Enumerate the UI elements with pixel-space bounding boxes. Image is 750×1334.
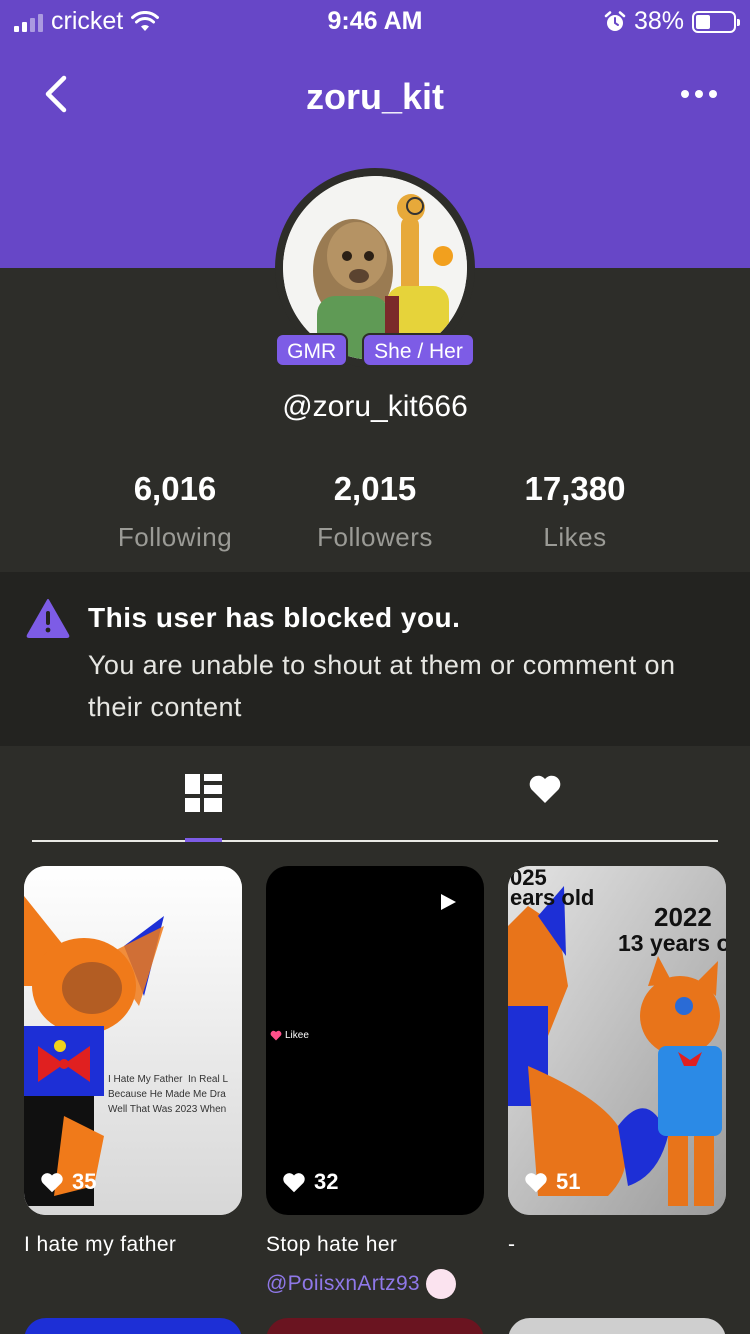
user-handle: @zoru_kit666 bbox=[282, 390, 468, 423]
status-bar: cricket 9:46 AM 38% bbox=[0, 0, 750, 42]
post-title[interactable]: I hate my father bbox=[24, 1233, 242, 1257]
post-thumbnail[interactable]: Likee 32 bbox=[266, 866, 484, 1215]
post-card[interactable]: Likee 32 Stop hate her @PoiisxnArtz93 bbox=[266, 866, 484, 1299]
blocked-banner: This user has blocked you. You are unabl… bbox=[0, 572, 750, 746]
author-handle: @PoiisxnArtz93 bbox=[266, 1272, 420, 1295]
stat-label: Followers bbox=[317, 522, 433, 552]
likee-watermark: Likee bbox=[270, 1030, 309, 1041]
post-image bbox=[24, 866, 242, 1215]
post-card[interactable]: I Hate My Father In Real L Because He Ma… bbox=[24, 866, 242, 1257]
tab-posts[interactable] bbox=[185, 774, 225, 814]
heart-icon bbox=[525, 1172, 547, 1192]
heart-icon bbox=[283, 1172, 305, 1192]
overlay-age: 13 years o bbox=[618, 930, 726, 956]
badge-row: GMR She / Her bbox=[0, 333, 750, 367]
post-title[interactable]: - bbox=[508, 1233, 726, 1257]
like-count: 35 bbox=[40, 1169, 96, 1195]
author-avatar bbox=[425, 1269, 456, 1299]
page-title: zoru_kit bbox=[305, 76, 445, 117]
post-card[interactable]: 025 ears old 2022 13 years o 51 - bbox=[508, 866, 726, 1257]
grid-icon bbox=[185, 774, 222, 812]
badge-pronouns: She / Her bbox=[362, 333, 475, 367]
stat-label: Following bbox=[117, 522, 233, 552]
stat-value: 6,016 bbox=[133, 470, 217, 507]
like-count-value: 51 bbox=[556, 1169, 581, 1194]
post-title[interactable]: Stop hate her bbox=[266, 1233, 484, 1257]
like-count: 51 bbox=[524, 1169, 580, 1195]
heart-icon bbox=[529, 775, 561, 803]
overlay-year: 2022 bbox=[654, 902, 712, 932]
warning-icon bbox=[26, 599, 70, 638]
post-thumbnail[interactable]: I Hate My Father In Real L Because He Ma… bbox=[24, 866, 242, 1215]
stat-followers[interactable]: 2,015 Followers bbox=[275, 470, 475, 553]
post-author[interactable]: @PoiisxnArtz93 bbox=[266, 1269, 484, 1299]
post-thumbnail[interactable]: 025 ears old 2022 13 years o 51 bbox=[508, 866, 726, 1215]
like-count: 32 bbox=[282, 1169, 338, 1195]
blocked-message: You are unable to shout at them or comme… bbox=[88, 650, 676, 722]
stats-row: 6,016 Following 2,015 Followers 17,380 L… bbox=[0, 470, 750, 570]
heart-icon bbox=[270, 1030, 282, 1041]
badge-gmr: GMR bbox=[275, 333, 349, 367]
content-tabs bbox=[32, 746, 718, 842]
post-card-peek[interactable] bbox=[24, 1318, 242, 1334]
blocked-title: This user has blocked you. bbox=[88, 602, 461, 633]
battery-icon bbox=[692, 10, 740, 33]
watermark-text: Likee bbox=[285, 1030, 309, 1041]
tab-liked[interactable] bbox=[528, 774, 568, 814]
nav-bar: zoru_kit bbox=[0, 60, 750, 136]
heart-icon bbox=[41, 1172, 63, 1192]
stat-value: 17,380 bbox=[524, 470, 626, 507]
like-count-value: 32 bbox=[314, 1169, 339, 1194]
overlay-left-text: 025 ears old bbox=[510, 866, 595, 910]
more-horizontal-icon bbox=[681, 90, 689, 98]
stat-label: Likes bbox=[543, 522, 607, 552]
more-options-button[interactable] bbox=[674, 74, 724, 114]
post-card-peek[interactable] bbox=[266, 1318, 484, 1334]
post-caption-overlay: I Hate My Father In Real L Because He Ma… bbox=[108, 1074, 229, 1115]
stat-likes: 17,380 Likes bbox=[475, 470, 675, 553]
post-card-peek[interactable] bbox=[508, 1318, 726, 1334]
like-count-value: 35 bbox=[72, 1169, 97, 1194]
tab-indicator bbox=[185, 838, 222, 842]
alarm-icon bbox=[604, 10, 626, 31]
battery-percent: 38% bbox=[633, 7, 684, 35]
stat-following[interactable]: 6,016 Following bbox=[75, 470, 275, 553]
stat-value: 2,015 bbox=[333, 470, 417, 507]
play-icon bbox=[441, 894, 456, 910]
